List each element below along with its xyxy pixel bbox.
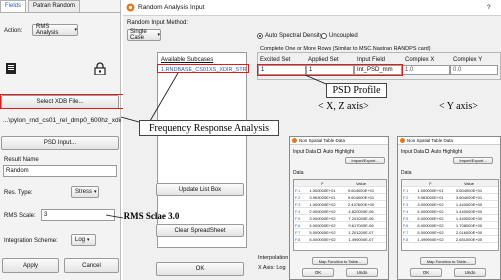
annotation-arrows bbox=[105, 72, 327, 219]
xz-axis-title: < X, Z axis> bbox=[318, 101, 369, 112]
frequency-arrow-2 bbox=[120, 116, 140, 123]
rms-scale-callout: RMS Sclae 3.0 bbox=[123, 210, 180, 221]
psd-profile-callout: PSD Profile bbox=[326, 83, 387, 98]
y-axis-title: < Y axis> bbox=[439, 101, 478, 112]
frequency-response-callout: Frequency Response Analysis bbox=[139, 120, 279, 136]
frequency-arrow-1 bbox=[149, 72, 179, 122]
rms-arrow bbox=[105, 214, 124, 219]
psd-arrow bbox=[304, 74, 327, 85]
